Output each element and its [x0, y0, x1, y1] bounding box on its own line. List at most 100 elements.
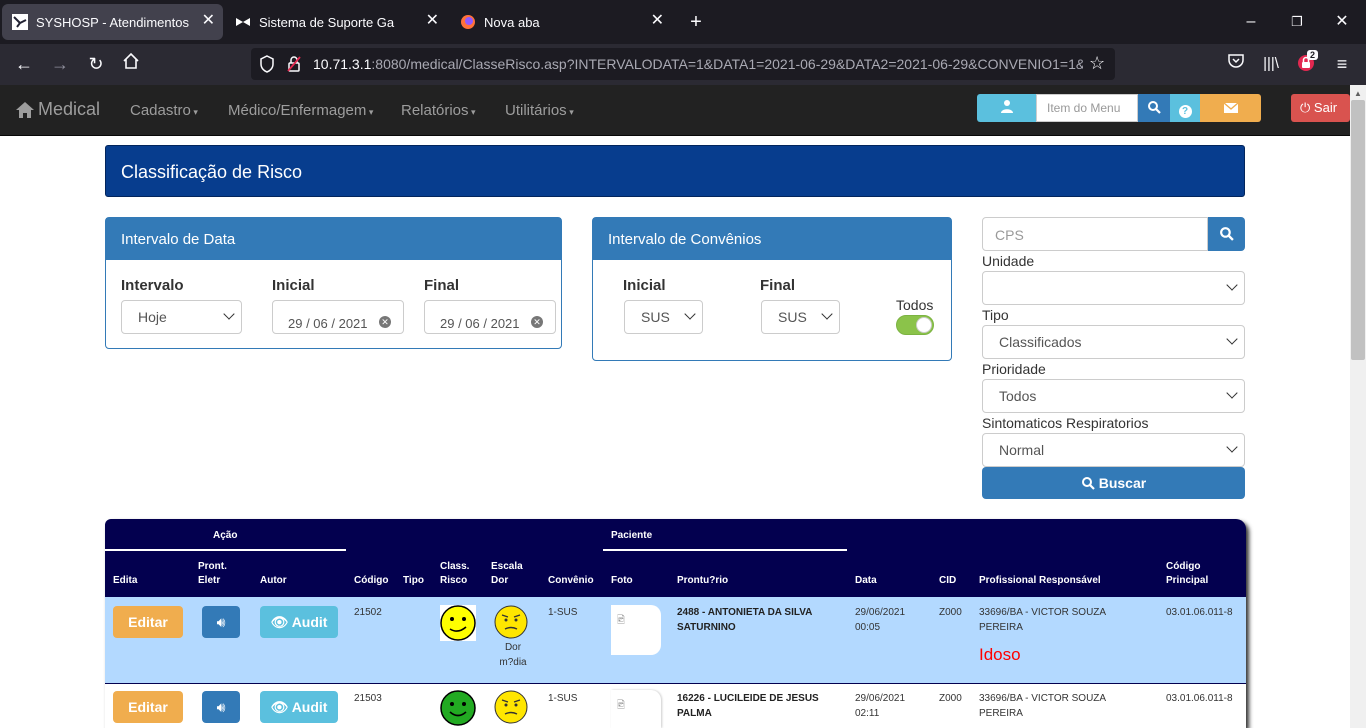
close-tab-icon[interactable]: ✕	[426, 13, 439, 29]
th-convenio: Convênio	[548, 575, 594, 586]
sintomaticos-select[interactable]: Normal	[982, 433, 1245, 467]
browser-tab-suporte[interactable]: Sistema de Suporte Ga ✕	[225, 4, 447, 40]
conv-final-select[interactable]: SUS	[761, 300, 840, 334]
audit-button[interactable]: 👁︎ Audit	[260, 606, 338, 638]
audit-button[interactable]: 👁︎ Audit	[260, 691, 338, 723]
buscar-button[interactable]: Buscar	[982, 467, 1245, 499]
tab-title: Nova aba	[484, 14, 540, 30]
conv-inicial-select[interactable]: SUS	[624, 300, 703, 334]
conv-inicial-label: Inicial	[623, 277, 666, 294]
prioridade-select[interactable]: Todos	[982, 379, 1245, 413]
close-window-icon[interactable]: ✕	[1332, 12, 1352, 32]
restore-icon[interactable]: ❐	[1287, 12, 1307, 32]
inicial-label: Inicial	[272, 277, 315, 294]
help-icon: ?	[1178, 105, 1192, 118]
brand-link[interactable]: Medical	[15, 99, 100, 120]
intervalo-select[interactable]: Hoje	[121, 300, 242, 334]
broken-image-icon: 🖻	[617, 615, 626, 626]
minimize-icon[interactable]: –	[1241, 12, 1261, 32]
close-tab-icon[interactable]: ✕	[202, 13, 215, 29]
chevron-down-icon	[821, 308, 833, 320]
broken-image-icon: 🖻	[617, 700, 626, 711]
home-icon[interactable]	[119, 52, 143, 76]
page-title: Classificação de Risco	[121, 162, 303, 182]
insecure-lock-icon[interactable]	[286, 55, 302, 78]
th-codigo: Código	[354, 575, 389, 586]
cps-search-button[interactable]	[1208, 217, 1245, 251]
forward-icon[interactable]: →	[48, 52, 72, 76]
messages-button[interactable]	[1200, 94, 1261, 122]
todos-label: Todos	[896, 297, 934, 313]
th-edita: Edita	[113, 575, 138, 586]
browser-tab-nova-aba[interactable]: Nova aba ✕	[450, 4, 672, 40]
eye-icon: 👁︎	[270, 614, 289, 630]
group-header-acao: Ação	[213, 530, 238, 541]
back-icon[interactable]: ←	[12, 52, 36, 76]
sintomaticos-label: Sintomaticos Respiratorios	[982, 415, 1149, 431]
menu-utilitarios[interactable]: Utilitários ▾	[505, 102, 574, 119]
user-icon	[1000, 100, 1013, 113]
th-codigo-principal: Código Principal	[1166, 561, 1209, 586]
help-button[interactable]: ?	[1170, 94, 1200, 122]
th-profissional: Profissional Responsável	[979, 575, 1101, 586]
power-icon: ⏻	[1300, 100, 1311, 115]
library-icon[interactable]: |||\	[1259, 52, 1283, 76]
panel-header: Intervalo de Data	[106, 218, 561, 260]
th-prontuario: Prontu?rio	[677, 575, 729, 586]
cell-data: 29/06/2021 02:11	[855, 693, 906, 719]
menu-search-input[interactable]: Item do Menu	[1036, 94, 1138, 122]
clear-date-icon[interactable]: ✕	[379, 316, 391, 328]
menu-cadastro[interactable]: Cadastro ▾	[130, 102, 198, 119]
menu-medico-enfermagem[interactable]: Médico/Enfermagem ▾	[228, 102, 373, 119]
new-tab-icon[interactable]: +	[686, 12, 706, 32]
shield-icon[interactable]	[259, 55, 275, 78]
reload-icon[interactable]: ↻	[84, 52, 108, 76]
bookmark-star-icon[interactable]: ☆	[1089, 53, 1105, 74]
browser-tab-syshosp[interactable]: SYSHOSP - Atendimentos ✕	[2, 4, 223, 40]
cell-data: 29/06/2021 00:05	[855, 607, 906, 633]
page-title-bar: Classificação de Risco	[105, 145, 1245, 197]
pront-eletr-button[interactable]: 🔊︎	[202, 606, 240, 638]
scrollbar-thumb[interactable]	[1351, 100, 1365, 360]
logout-button[interactable]: ⏻ Sair	[1291, 94, 1350, 122]
th-escala-dor: Escala Dor	[491, 561, 523, 586]
search-icon	[1220, 227, 1234, 241]
cps-input[interactable]: CPS	[982, 217, 1208, 251]
user-button[interactable]	[977, 94, 1036, 122]
tab-title: Sistema de Suporte Ga	[259, 14, 395, 30]
data-final-input[interactable]: 29 / 06 / 2021 ✕	[424, 300, 556, 334]
group-header-paciente: Paciente	[611, 530, 653, 541]
todos-toggle[interactable]	[896, 315, 934, 335]
th-class-risco: Class. Risco	[440, 561, 470, 586]
firefox-favicon-icon	[460, 14, 476, 30]
pocket-icon[interactable]	[1224, 52, 1248, 76]
idoso-flag: Idoso	[979, 645, 1021, 664]
data-inicial-input[interactable]: 29 / 06 / 2021 ✕	[272, 300, 404, 334]
tab-title: SYSHOSP - Atendimentos	[36, 14, 189, 30]
prioridade-label: Prioridade	[982, 361, 1046, 377]
close-tab-icon[interactable]: ✕	[651, 13, 664, 29]
risk-face-icon	[440, 690, 476, 726]
conv-final-label: Final	[760, 277, 796, 294]
app-menu-icon[interactable]: ≡	[1330, 52, 1354, 76]
menu-search-button[interactable]	[1138, 94, 1170, 122]
scroll-up-icon[interactable]: ▲	[1352, 89, 1364, 98]
unidade-select[interactable]	[982, 271, 1245, 305]
tipo-select[interactable]: Classificados	[982, 325, 1245, 359]
risk-face-icon	[440, 605, 476, 641]
pain-scale-face-icon	[494, 690, 528, 724]
volume-icon: 🔊︎	[216, 699, 226, 715]
chevron-down-icon	[1226, 387, 1238, 399]
cell-profissional: 33696/BA - VICTOR SOUZA PEREIRA	[979, 607, 1106, 633]
url-bar[interactable]: 10.71.3.1:8080/medical/ClasseRisco.asp?I…	[251, 48, 1115, 80]
url-text[interactable]: 10.71.3.1:8080/medical/ClasseRisco.asp?I…	[313, 56, 1083, 72]
cell-prontuario: 2488 - ANTONIETA DA SILVA SATURNINO	[677, 607, 813, 633]
patient-photo: 🖻	[611, 690, 661, 728]
clear-date-icon[interactable]: ✕	[531, 316, 543, 328]
syshosp-favicon-icon	[12, 14, 28, 30]
edit-button[interactable]: Editar	[113, 606, 183, 638]
pront-eletr-button[interactable]: 🔊︎	[202, 691, 240, 723]
menu-relatorios[interactable]: Relatórios ▾	[401, 102, 476, 119]
edit-button[interactable]: Editar	[113, 691, 183, 723]
chevron-down-icon	[684, 308, 696, 320]
